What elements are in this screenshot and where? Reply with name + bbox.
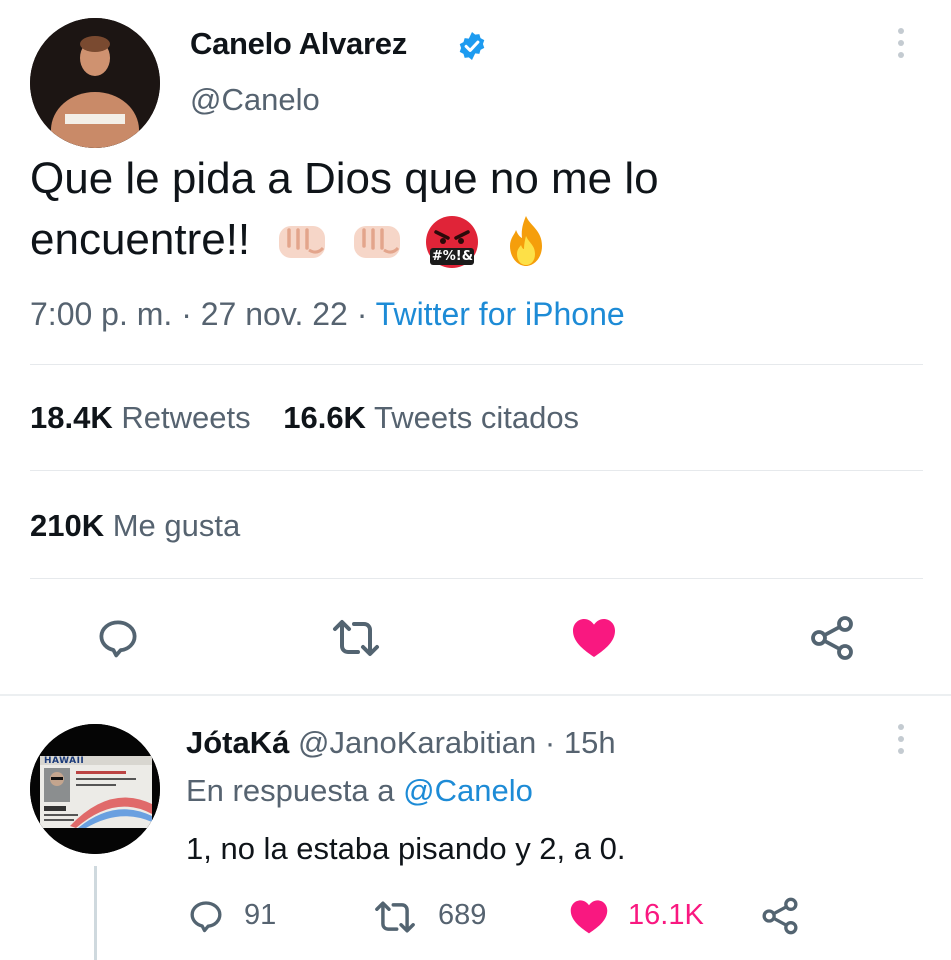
reply-icon[interactable] xyxy=(186,896,226,936)
cursing-face-emoji: #%!& xyxy=(421,214,483,270)
thread-line xyxy=(94,866,97,960)
fire-emoji xyxy=(510,216,543,267)
divider xyxy=(30,470,923,471)
boxer-photo xyxy=(30,18,160,148)
heart-filled-icon[interactable] xyxy=(570,614,618,660)
reply-handle-time[interactable]: @JanoKarabitian · 15h xyxy=(298,725,616,760)
verified-badge-icon xyxy=(459,32,485,60)
author-handle[interactable]: @Canelo xyxy=(190,82,320,118)
reply-context-handle[interactable]: @Canelo xyxy=(403,773,533,808)
share-icon[interactable] xyxy=(808,614,856,662)
likes-label: Me gusta xyxy=(112,508,241,543)
retweets-count: 18.4K xyxy=(30,400,113,435)
author-name[interactable]: Canelo Alvarez xyxy=(190,26,407,62)
reply-icon[interactable] xyxy=(94,614,142,662)
quotes-stat[interactable]: 16.6K Tweets citados xyxy=(283,400,579,435)
reply-context: En respuesta a @Canelo xyxy=(186,772,533,810)
reply-retweets-count: 689 xyxy=(438,899,487,931)
divider xyxy=(30,364,923,365)
fist-emoji xyxy=(279,226,326,259)
cursing-face-symbols: #%!& xyxy=(431,249,474,265)
reply-replies-count: 91 xyxy=(244,899,277,931)
share-icon[interactable] xyxy=(760,896,800,936)
quotes-count: 16.6K xyxy=(283,400,366,435)
drivers-license-image xyxy=(30,724,160,854)
retweets-stat[interactable]: 18.4K Retweets xyxy=(30,400,259,435)
retweet-icon[interactable] xyxy=(330,616,382,660)
author-avatar[interactable] xyxy=(30,18,160,148)
more-options-icon[interactable] xyxy=(898,28,906,64)
retweet-icon[interactable] xyxy=(372,898,418,936)
tweet-source-link[interactable]: Twitter for iPhone xyxy=(376,296,625,332)
heart-filled-icon[interactable] xyxy=(568,896,610,936)
reply-text: 1, no la estaba pisando y 2, a 0. xyxy=(186,831,626,866)
reply-author-name[interactable]: JótaKá xyxy=(186,725,289,760)
divider xyxy=(30,578,923,579)
tweet-meta: 7:00 p. m. · 27 nov. 22 · Twitter for iP… xyxy=(30,294,625,334)
retweets-label: Retweets xyxy=(121,400,251,435)
quotes-label: Tweets citados xyxy=(374,400,580,435)
tweet-timestamp[interactable]: 7:00 p. m. · 27 nov. 22 · xyxy=(30,296,367,332)
more-options-icon[interactable] xyxy=(898,724,906,760)
reply-context-prefix: En respuesta a xyxy=(186,773,395,808)
tweet-counts-row: 18.4K Retweets 16.6K Tweets citados xyxy=(30,398,579,438)
likes-count: 210K xyxy=(30,508,105,543)
reply-avatar[interactable]: HAWAII xyxy=(30,724,160,854)
fist-emoji xyxy=(353,226,400,259)
tweet-text-line-1: Que le pida a Dios que no me lo xyxy=(30,154,659,203)
reply-header: JótaKá @JanoKarabitian · 15h xyxy=(186,724,616,762)
tweet-text-line-2-wrap: encuentre!! #%!& xyxy=(30,210,551,270)
tweet-text-line-2: encuentre!! xyxy=(30,215,251,264)
section-separator xyxy=(0,694,951,696)
reply-likes-count: 16.1K xyxy=(628,899,704,931)
license-state-text: HAWAII xyxy=(44,756,85,766)
likes-stat[interactable]: 210K Me gusta xyxy=(30,506,240,546)
